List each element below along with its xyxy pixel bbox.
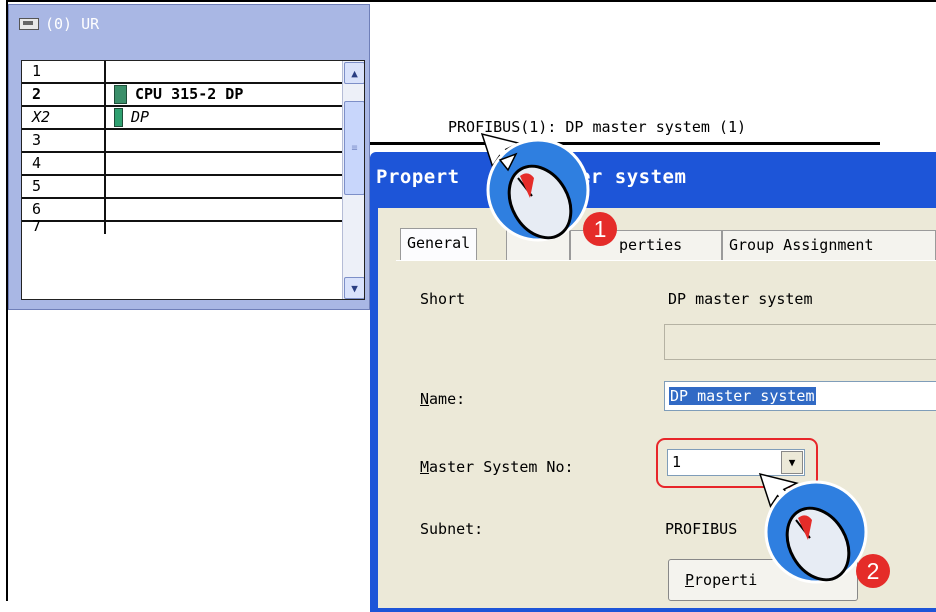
slot-number: X2 xyxy=(22,107,106,128)
slot-number: 1 xyxy=(22,61,106,82)
subnet-label: Subnet: xyxy=(420,520,484,538)
rack-title: (0) UR xyxy=(19,11,99,37)
table-row[interactable]: 4 xyxy=(22,153,342,176)
frame-top-line xyxy=(6,0,936,2)
arrow-up-icon[interactable]: ▲ xyxy=(344,62,364,84)
tab-general[interactable]: General xyxy=(400,228,478,260)
tab-group-assignment[interactable]: Group Assignment xyxy=(722,230,936,260)
comment-field[interactable] xyxy=(664,324,936,360)
slot-number: 7 xyxy=(22,219,106,234)
subnet-value: PROFIBUS xyxy=(665,520,738,538)
table-row[interactable]: 6 xyxy=(22,199,342,222)
table-row[interactable]: 7 xyxy=(22,219,342,234)
short-label: Short xyxy=(420,290,466,308)
table-row[interactable]: X2 DP xyxy=(22,107,342,130)
module-name: CPU 315-2 DP xyxy=(135,85,244,103)
dp-interface-icon xyxy=(114,108,123,127)
rack-title-text: (0) UR xyxy=(45,15,100,33)
module-cell: DP xyxy=(108,107,149,128)
vertical-scrollbar[interactable]: ▲ ≡ ▼ xyxy=(342,61,364,299)
rack-slot-table: 1 2 CPU 315-2 DP X2 DP 3 4 5 6 7 ▲ ≡ ▼ xyxy=(21,60,365,300)
module-name: DP xyxy=(131,108,150,126)
step-badge-1: 1 xyxy=(583,212,617,246)
master-system-no-value: 1 xyxy=(672,453,682,471)
table-row[interactable]: 5 xyxy=(22,176,342,199)
short-value: DP master system xyxy=(668,290,813,308)
profibus-network-line[interactable] xyxy=(370,142,880,145)
master-system-no-label: Master System No: xyxy=(420,458,574,476)
rack-window: (0) UR 1 2 CPU 315-2 DP X2 DP 3 4 5 6 7 … xyxy=(8,4,370,310)
slot-number: 2 xyxy=(22,84,106,105)
arrow-down-icon[interactable]: ▼ xyxy=(344,277,364,299)
tab-divider xyxy=(396,260,936,261)
name-label: Name: xyxy=(420,390,466,408)
step-badge-2: 2 xyxy=(856,554,890,588)
name-field-value: DP master system xyxy=(669,387,816,405)
slot-number: 4 xyxy=(22,153,106,174)
table-row[interactable]: 1 xyxy=(22,61,342,84)
slot-number: 3 xyxy=(22,130,106,151)
table-row[interactable]: 2 CPU 315-2 DP xyxy=(22,84,342,107)
table-row[interactable]: 3 xyxy=(22,130,342,153)
rack-icon xyxy=(19,18,39,30)
name-field[interactable]: DP master system xyxy=(664,381,936,411)
cpu-module-icon xyxy=(114,85,127,104)
slot-number: 5 xyxy=(22,176,106,197)
scroll-thumb[interactable]: ≡ xyxy=(344,101,364,195)
module-cell: CPU 315-2 DP xyxy=(108,84,243,105)
